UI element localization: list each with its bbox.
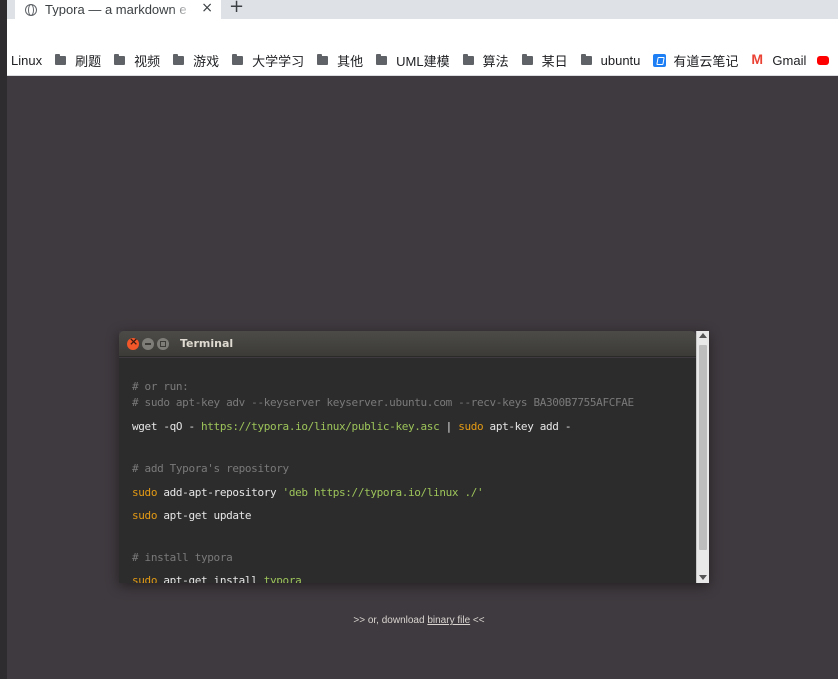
bookmark-folder-games[interactable]: 游戏	[173, 51, 219, 70]
code-line-add-repo: sudo add-apt-repository 'deb https://typ…	[132, 486, 484, 499]
browser-toolbar	[7, 19, 838, 46]
bookmark-label: 刷题	[75, 54, 102, 69]
browser-tab[interactable]: Typora — a markdown e ×	[15, 0, 221, 19]
code-pipe: |	[439, 420, 459, 433]
tab-close-button[interactable]: ×	[201, 1, 213, 15]
folder-icon	[462, 54, 474, 65]
code-command: wget -qO -	[132, 420, 201, 433]
bookmark-label: 其他	[337, 54, 364, 69]
globe-icon	[25, 3, 37, 16]
scrollbar-thumb[interactable]	[699, 345, 707, 550]
bookmarks-bar: Linux 刷题 视频 游戏 大学学习 其他 UML建模 算法 某日 ubunt…	[7, 46, 838, 76]
code-command: apt-key add -	[483, 420, 572, 433]
code-command: apt-get install	[157, 574, 264, 583]
bookmark-folder-uml[interactable]: UML建模	[376, 51, 450, 70]
terminal-title: Terminal	[180, 337, 234, 350]
bookmark-linux[interactable]: Linux	[11, 53, 42, 68]
bookmark-folder-algorithms[interactable]: 算法	[462, 51, 509, 70]
youtube-icon	[817, 56, 830, 65]
folder-icon	[376, 54, 388, 65]
code-string: typora	[263, 574, 302, 583]
folder-icon	[521, 54, 533, 65]
code-comment: # install typora	[132, 551, 233, 564]
download-prefix: >> or, download	[353, 615, 428, 626]
download-line: >> or, download binary file <<	[0, 615, 838, 626]
bookmark-folder-ubuntu[interactable]: ubuntu	[580, 53, 641, 68]
code-command: add-apt-repository	[157, 486, 283, 499]
code-line-install: sudo apt-get install typora	[132, 574, 302, 583]
bookmark-folder-other[interactable]: 其他	[317, 51, 363, 70]
scroll-down-arrow-icon[interactable]	[699, 575, 707, 580]
binary-file-link[interactable]: binary file	[427, 615, 470, 626]
bookmark-label: Gmail	[772, 53, 807, 68]
window-edge	[0, 0, 7, 679]
folder-icon	[317, 54, 329, 65]
bookmark-label: 视频	[134, 54, 161, 69]
gmail-icon	[751, 51, 765, 67]
terminal-titlebar: Terminal	[119, 331, 696, 357]
code-keyword: sudo	[132, 574, 158, 583]
bookmark-youdao-note[interactable]: 有道云笔记	[653, 51, 738, 70]
code-comment: # or run:	[132, 380, 189, 393]
bookmark-youtube[interactable]	[817, 56, 830, 65]
scroll-up-arrow-icon[interactable]	[699, 333, 707, 338]
youdao-icon	[653, 54, 667, 67]
bookmark-label: ubuntu	[600, 53, 641, 68]
code-keyword: sudo	[132, 486, 158, 499]
bookmark-folder-university[interactable]: 大学学习	[232, 51, 304, 70]
bookmark-folder-videos[interactable]: 视频	[114, 51, 160, 70]
bookmark-label: 有道云笔记	[673, 54, 739, 69]
bookmark-label: Linux	[11, 53, 43, 68]
code-comment: # add Typora's repository	[132, 462, 289, 475]
bookmark-label: 某日	[541, 54, 568, 69]
folder-icon	[173, 54, 185, 65]
bookmark-label: UML建模	[396, 54, 450, 69]
folder-icon	[580, 54, 592, 65]
code-keyword: sudo	[132, 509, 158, 522]
terminal-scrollbar[interactable]	[696, 331, 709, 583]
code-string: 'deb https://typora.io/linux ./'	[282, 486, 484, 499]
window-maximize-icon	[157, 337, 169, 350]
bookmark-gmail[interactable]: Gmail	[751, 51, 807, 68]
code-keyword: sudo	[458, 420, 484, 433]
bookmark-folder-someday[interactable]: 某日	[521, 51, 568, 70]
code-command: apt-get update	[157, 509, 252, 522]
terminal-code-block[interactable]: # or run: # sudo apt-key adv --keyserver…	[119, 358, 696, 583]
folder-icon	[55, 54, 67, 65]
tab-title: Typora — a markdown e	[45, 3, 187, 16]
window-minimize-icon	[142, 337, 154, 350]
bookmark-folder-shuati[interactable]: 刷题	[55, 51, 101, 70]
bookmark-label: 游戏	[193, 54, 220, 69]
code-comment: # sudo apt-key adv --keyserver keyserver…	[132, 396, 634, 409]
bookmark-label: 算法	[482, 54, 509, 69]
download-suffix: <<	[470, 615, 485, 626]
folder-icon	[114, 54, 126, 65]
code-url: https://typora.io/linux/public-key.asc	[201, 420, 440, 433]
code-line-wget: wget -qO - https://typora.io/linux/publi…	[132, 420, 571, 433]
tab-strip: Typora — a markdown e × +	[7, 0, 838, 19]
code-line-update: sudo apt-get update	[132, 509, 252, 522]
window-close-icon	[127, 335, 139, 350]
new-tab-button[interactable]: +	[229, 0, 244, 16]
bookmark-label: 大学学习	[252, 54, 305, 69]
folder-icon	[232, 54, 244, 65]
terminal-window: Terminal # or run: # sudo apt-key adv --…	[119, 331, 709, 583]
